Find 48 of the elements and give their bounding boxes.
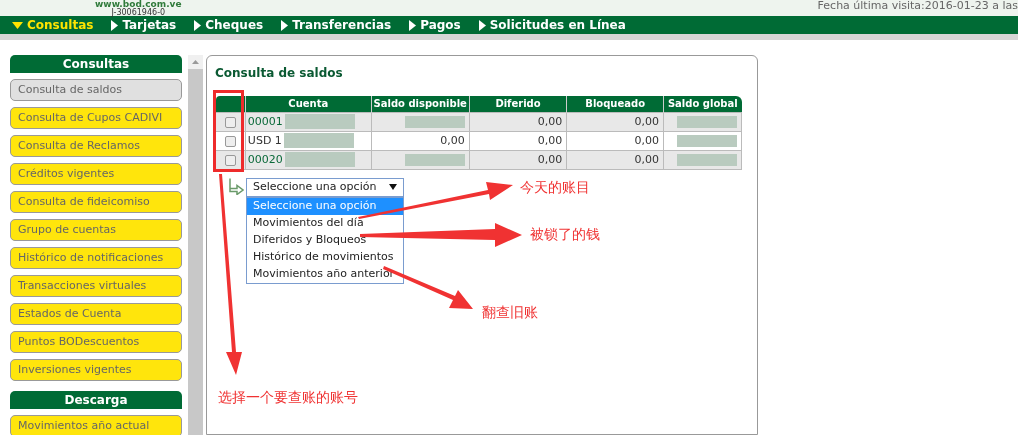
table-cell: 0,00 bbox=[634, 115, 660, 128]
annotation-text: 今天的账目 bbox=[520, 178, 590, 197]
nav-tab[interactable]: Solicitudes en Línea bbox=[478, 16, 626, 34]
dropdown-option[interactable]: Histórico de movimientos bbox=[247, 248, 403, 266]
sidebar-item[interactable]: Transacciones virtuales bbox=[10, 275, 182, 297]
table-cell: 0,00 bbox=[537, 153, 563, 166]
dropdown-option[interactable]: Movimientos del día bbox=[247, 214, 403, 232]
sidebar-item[interactable]: Créditos vigentes bbox=[10, 163, 182, 185]
dropdown-option[interactable]: Diferidos y Bloqueos bbox=[247, 231, 403, 249]
table-cell: 0,00 bbox=[537, 115, 563, 128]
sidebar-item[interactable]: Grupo de cuentas bbox=[10, 219, 182, 241]
sidebar-heading: Descarga bbox=[10, 391, 182, 409]
panel-title: Consulta de saldos bbox=[215, 65, 344, 82]
sidebar-heading: Consultas bbox=[10, 55, 182, 73]
table-cell: 0,00 bbox=[634, 153, 660, 166]
column-header: Bloqueado bbox=[566, 96, 664, 112]
dropdown-option[interactable]: Seleccione una opción bbox=[247, 197, 403, 215]
table-cell: 0,00 bbox=[634, 134, 660, 147]
sidebar-item[interactable]: Consulta de saldos bbox=[10, 79, 182, 101]
sidebar-item[interactable]: Consulta de fideicomiso bbox=[10, 191, 182, 213]
annotation-text: 被锁了的钱 bbox=[530, 225, 600, 244]
column-header: Diferido bbox=[469, 96, 567, 112]
dropdown-value: Seleccione una opción bbox=[253, 178, 377, 195]
account-number: USD 1 bbox=[247, 133, 282, 149]
table-cell: 0,00 bbox=[537, 134, 563, 147]
nav-tab[interactable]: Transferencias bbox=[281, 16, 392, 34]
annotation-text: 翻查旧账 bbox=[482, 303, 538, 322]
dropdown-option[interactable]: Movimientos año anterior bbox=[247, 265, 403, 283]
nav-tab[interactable]: Cheques bbox=[194, 16, 264, 34]
tax-id: J-30061946-0 bbox=[111, 9, 166, 17]
column-header: Saldo disponible bbox=[371, 96, 470, 112]
table-cell: 0,00 bbox=[440, 134, 465, 147]
last-visit-text: Fecha última visita:2016-01-23 a las bbox=[817, 0, 1018, 14]
sidebar-item[interactable]: Movimientos año actual bbox=[10, 415, 182, 435]
annotation-text: 选择一个要查账的账号 bbox=[218, 388, 358, 407]
column-header: Saldo global bbox=[663, 96, 742, 112]
sidebar-item[interactable]: Histórico de notificaciones bbox=[10, 247, 182, 269]
sidebar-item[interactable]: Inversiones vigentes bbox=[10, 359, 182, 381]
column-header: Cuenta bbox=[245, 96, 372, 112]
sidebar-item[interactable]: Puntos BODescuentos bbox=[10, 331, 182, 353]
nav-tab[interactable]: Consultas bbox=[12, 16, 94, 34]
nav-tab[interactable]: Tarjetas bbox=[111, 16, 177, 34]
sidebar-item[interactable]: Consulta de Reclamos bbox=[10, 135, 182, 157]
site-address: www.bod.com.ve bbox=[95, 0, 182, 9]
sidebar-item[interactable]: Estados de Cuenta bbox=[10, 303, 182, 325]
dropdown[interactable]: Seleccione una opción bbox=[246, 177, 404, 197]
nav-tab[interactable]: Pagos bbox=[409, 16, 461, 34]
sidebar-item[interactable]: Consulta de Cupos CADIVI bbox=[10, 107, 182, 129]
